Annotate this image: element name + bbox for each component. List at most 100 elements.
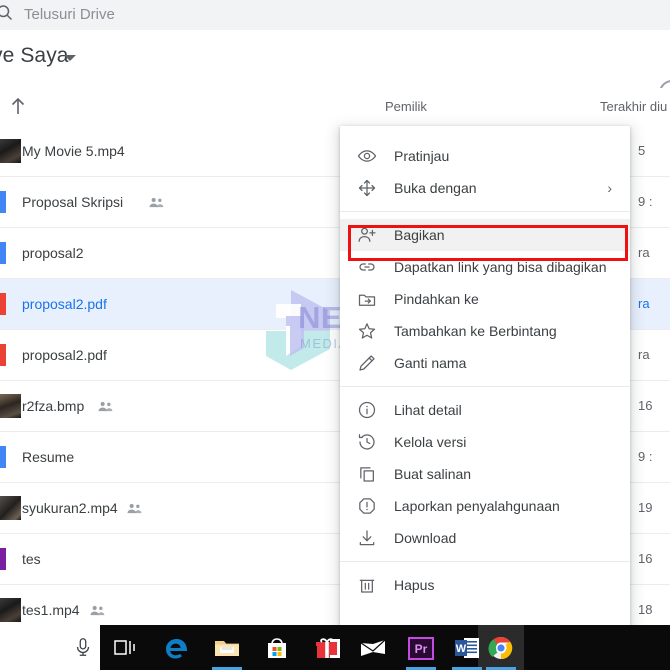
file-name[interactable]: syukuran2.mp4 (22, 483, 118, 533)
file-modified-date: ra (638, 296, 650, 311)
report-warning-icon (340, 496, 394, 516)
file-name[interactable]: proposal2.pdf (22, 279, 107, 329)
search-input[interactable]: Telusuri Drive (24, 0, 115, 30)
google-docs-icon (0, 191, 6, 213)
file-modified-date: ra (638, 245, 650, 260)
menu-item-bagikan[interactable]: Bagikan (340, 219, 630, 251)
column-header-modified[interactable]: Terakhir diu (600, 88, 667, 126)
file-modified-date: 9 : (638, 194, 653, 209)
menu-item-ganti-nama[interactable]: Ganti nama (340, 347, 630, 379)
menu-item-download[interactable]: Download (340, 522, 630, 554)
windows-taskbar[interactable]: Pr W (0, 625, 670, 670)
search-bar[interactable]: Telusuri Drive (0, 0, 670, 30)
menu-top-padding (340, 126, 630, 140)
google-docs-icon (0, 446, 6, 468)
file-modified-date: ra (638, 347, 650, 362)
menu-item-kelola-versi[interactable]: Kelola versi (340, 426, 630, 458)
premiere-pro-icon[interactable]: Pr (406, 633, 436, 663)
microphone-icon[interactable] (72, 636, 94, 658)
pdf-app-icon[interactable] (324, 633, 344, 663)
menu-item-label: Laporkan penyalahgunaan (394, 498, 560, 514)
file-explorer-icon[interactable] (212, 633, 242, 663)
menu-item-label: Pindahkan ke (394, 291, 479, 307)
file-name[interactable]: proposal2.pdf (22, 330, 107, 380)
menu-separator (340, 561, 630, 562)
menu-item-label: Kelola versi (394, 434, 467, 450)
file-name[interactable]: My Movie 5.mp4 (22, 126, 125, 176)
task-view-icon[interactable] (110, 633, 140, 663)
microsoft-store-icon[interactable] (262, 633, 292, 663)
eye-icon (340, 146, 394, 166)
menu-item-label: Bagikan (394, 227, 445, 243)
sort-arrow-up-icon[interactable] (8, 97, 28, 117)
column-header-owner[interactable]: Pemilik (385, 88, 427, 126)
shared-people-icon (98, 400, 113, 413)
download-icon (340, 528, 394, 548)
menu-separator (340, 211, 630, 212)
star-outline-icon (340, 321, 394, 341)
file-name[interactable]: proposal2 (22, 228, 84, 278)
search-icon[interactable] (0, 3, 14, 23)
svg-text:Pr: Pr (415, 642, 428, 656)
menu-item-label: Buka dengan (394, 180, 477, 196)
file-modified-date: 16 (638, 398, 653, 413)
menu-item-hapus[interactable]: Hapus (340, 569, 630, 601)
shared-people-icon (127, 502, 142, 515)
person-add-icon (340, 225, 394, 245)
file-modified-date: 9 : (638, 449, 653, 464)
chevron-down-icon[interactable] (64, 55, 76, 61)
file-name[interactable]: Proposal Skripsi (22, 177, 123, 227)
file-name[interactable]: Resume (22, 432, 74, 482)
menu-separator (340, 386, 630, 387)
menu-item-label: Buat salinan (394, 466, 472, 482)
file-modified-date: 16 (638, 551, 653, 566)
menu-item-buka-dengan[interactable]: Buka dengan › (340, 172, 630, 204)
menu-item-laporkan-penyalahgunaan[interactable]: Laporkan penyalahgunaan (340, 490, 630, 522)
context-menu[interactable]: Pratinjau Buka dengan › Bagikan Dapatkan lin… (340, 126, 630, 626)
pencil-icon (340, 353, 394, 373)
menu-item-label: Download (394, 530, 457, 546)
menu-item-buat-salinan[interactable]: Buat salinan (340, 458, 630, 490)
menu-item-pindahkan-ke[interactable]: Pindahkan ke (340, 283, 630, 315)
menu-item-lihat-detail[interactable]: Lihat detail (340, 394, 630, 426)
menu-item-label: Dapatkan link yang bisa dibagikan (394, 259, 607, 275)
file-name[interactable]: tes (22, 534, 41, 584)
video-thumbnail-icon (0, 598, 21, 622)
page-title: ve Saya (0, 44, 69, 67)
menu-item-tambahkan-ke-berbintang[interactable]: Tambahkan ke Berbintang (340, 315, 630, 347)
pdf-file-icon (0, 344, 6, 366)
trash-icon (340, 575, 394, 595)
chrome-icon[interactable] (486, 633, 516, 663)
google-slides-icon (0, 548, 6, 570)
chevron-right-icon: › (607, 180, 612, 196)
copy-icon (340, 464, 394, 484)
menu-item-label: Lihat detail (394, 402, 462, 418)
menu-item-label: Tambahkan ke Berbintang (394, 323, 557, 339)
mail-icon[interactable] (358, 633, 388, 663)
google-docs-icon (0, 242, 6, 264)
move-to-folder-icon (340, 289, 394, 309)
menu-item-dapatkan-link-yang-bisa-dibagikan[interactable]: Dapatkan link yang bisa dibagikan (340, 251, 630, 283)
word-icon[interactable]: W (452, 633, 482, 663)
svg-text:W: W (456, 643, 467, 655)
history-clock-icon (340, 432, 394, 452)
menu-item-label: Ganti nama (394, 355, 467, 371)
drive-title-row: ve Saya (0, 30, 670, 106)
image-thumbnail-icon (0, 394, 21, 418)
column-header-row: Pemilik Terakhir diu (0, 88, 670, 127)
file-modified-date: 5 (638, 143, 646, 158)
file-modified-date: 19 (638, 500, 653, 515)
menu-item-pratinjau[interactable]: Pratinjau (340, 140, 630, 172)
open-with-move-icon (340, 178, 394, 198)
shared-people-icon (149, 196, 164, 209)
shared-people-icon (90, 604, 105, 617)
menu-item-label: Hapus (394, 577, 435, 593)
menu-item-label: Pratinjau (394, 148, 450, 164)
google-drive-window: Telusuri Drive ve Saya Pemilik Terakhir … (0, 0, 670, 670)
link-icon (340, 257, 394, 277)
video-thumbnail-icon (0, 139, 21, 163)
file-name[interactable]: r2fza.bmp (22, 381, 84, 431)
info-circle-icon (340, 400, 394, 420)
edge-icon[interactable] (162, 633, 192, 663)
video-thumbnail-icon (0, 496, 21, 520)
